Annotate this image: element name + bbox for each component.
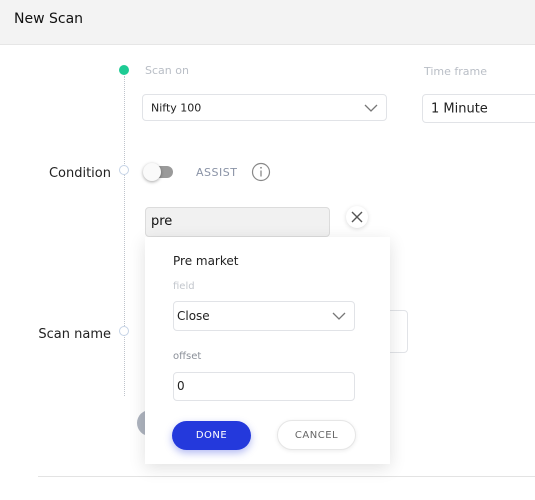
scan-name-label: Scan name: [38, 327, 111, 342]
close-icon: [351, 211, 363, 223]
time-frame-select[interactable]: 1 Minute: [422, 94, 535, 123]
pre-market-popup: Pre market field Close offset 0 DONE CAN…: [145, 237, 390, 464]
scan-on-value: Nifty 100: [151, 101, 202, 114]
field-label: field: [173, 281, 195, 292]
step-dot-scan-name: [119, 326, 129, 336]
step-dot-scan-on: [119, 65, 129, 75]
scan-on-label: Scan on: [145, 64, 189, 77]
field-select[interactable]: Close: [173, 301, 355, 331]
divider: [38, 476, 535, 477]
chevron-down-icon: [332, 312, 346, 320]
offset-input[interactable]: 0: [173, 372, 355, 401]
condition-input[interactable]: pre: [145, 207, 330, 237]
step-dot-condition: [119, 165, 129, 175]
chevron-down-icon: [364, 104, 378, 112]
toggle-knob: [143, 163, 161, 181]
header: New Scan: [0, 0, 535, 45]
assist-label: ASSIST: [196, 166, 238, 179]
offset-label: offset: [173, 351, 202, 362]
field-value: Close: [177, 309, 210, 323]
time-frame-label: Time frame: [424, 65, 488, 78]
done-button[interactable]: DONE: [172, 421, 251, 450]
condition-label: Condition: [48, 166, 111, 181]
clear-condition-button[interactable]: [346, 206, 368, 228]
page-title: New Scan: [14, 11, 84, 27]
popup-title: Pre market: [173, 254, 239, 268]
assist-toggle[interactable]: [143, 163, 173, 181]
cancel-button[interactable]: CANCEL: [277, 420, 356, 450]
info-icon[interactable]: [251, 162, 271, 182]
scan-on-select[interactable]: Nifty 100: [142, 94, 387, 121]
time-frame-value: 1 Minute: [431, 101, 488, 116]
step-timeline: [124, 76, 125, 396]
